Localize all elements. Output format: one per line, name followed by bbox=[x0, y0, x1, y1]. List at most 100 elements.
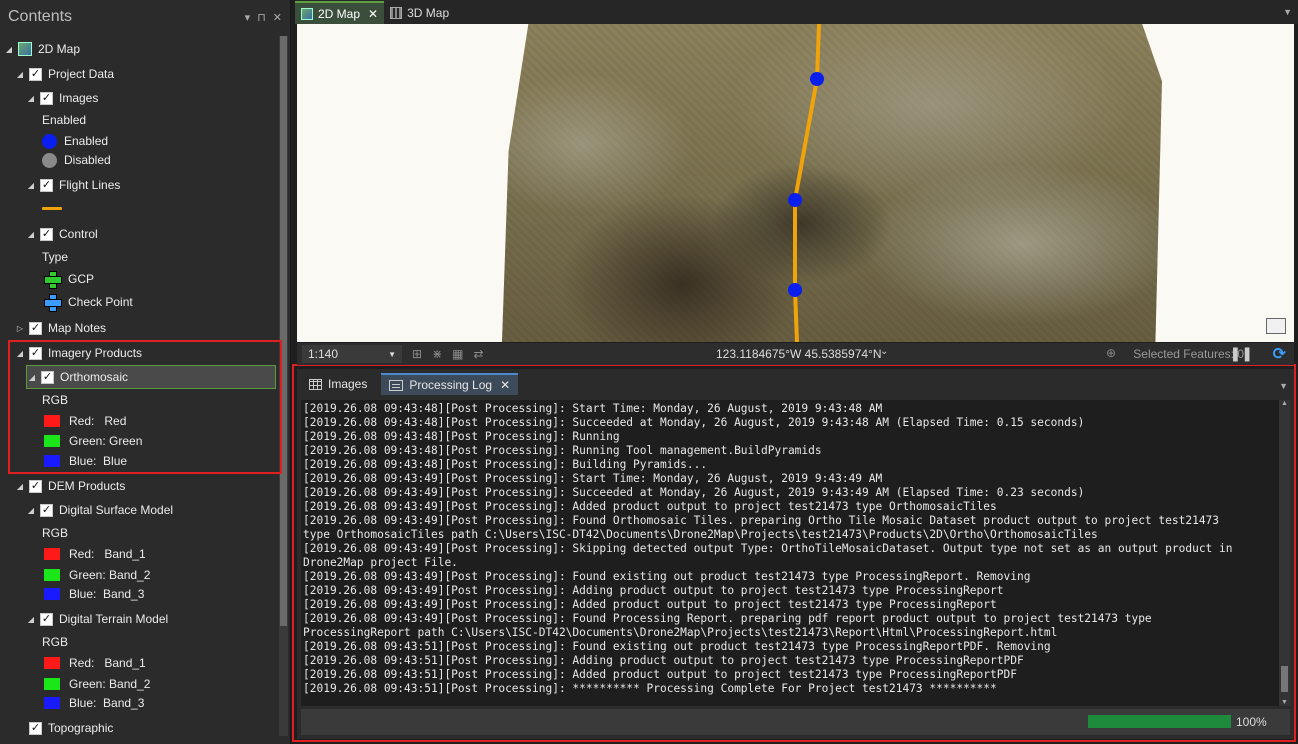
tree-item-label: Digital Surface Model bbox=[59, 503, 174, 517]
tab-2d-map[interactable]: 2D Map ✕ bbox=[295, 1, 385, 24]
pause-drawing-icon[interactable]: ❚❚ bbox=[1230, 345, 1253, 362]
map-overview-icon[interactable] bbox=[1266, 318, 1286, 334]
visibility-checkbox[interactable]: ✓ bbox=[29, 721, 42, 735]
progress-row: 100% bbox=[301, 709, 1290, 735]
log-line: type OrthomosaicTiles path C:\Users\ISC-… bbox=[303, 528, 1098, 541]
visibility-checkbox[interactable]: ✓ bbox=[40, 227, 53, 241]
collapse-arrow-icon[interactable]: ◢ bbox=[15, 349, 25, 358]
blue-cross-icon bbox=[44, 294, 62, 312]
map-canvas[interactable] bbox=[297, 24, 1294, 342]
close-icon[interactable]: ✕ bbox=[273, 11, 282, 24]
blue-swatch-icon bbox=[44, 588, 60, 600]
visibility-checkbox[interactable]: ✓ bbox=[40, 91, 53, 105]
tab-images[interactable]: Images bbox=[301, 373, 375, 395]
expand-arrow-icon[interactable]: ▷ bbox=[15, 324, 25, 333]
chevron-down-icon[interactable]: ⌄ bbox=[880, 346, 888, 357]
log-line: [2019.26.08 09:43:51][Post Processing]: … bbox=[303, 640, 1051, 653]
image-point[interactable] bbox=[788, 283, 802, 297]
table-icon bbox=[309, 378, 322, 390]
tree-item-topographic[interactable]: ✓ Topographic bbox=[15, 718, 113, 736]
collapse-arrow-icon[interactable]: ◢ bbox=[26, 94, 36, 103]
close-tab-icon[interactable]: ✕ bbox=[368, 7, 378, 21]
contents-pane: Contents ▾ ⊓ ✕ ◢ 2D Map ◢ ✓ Project Data… bbox=[0, 0, 291, 744]
tab-processing-log[interactable]: Processing Log ✕ bbox=[381, 373, 519, 395]
red-swatch-icon bbox=[44, 415, 60, 427]
tree-item-dsm[interactable]: ◢ ✓ Digital Surface Model bbox=[26, 500, 173, 520]
tree-item-control[interactable]: ◢ ✓ Control bbox=[26, 224, 98, 244]
tree-item-project-data[interactable]: ◢ ✓ Project Data bbox=[15, 64, 114, 84]
green-swatch-icon bbox=[44, 569, 60, 581]
legend-label: Green: Band_2 bbox=[69, 677, 151, 691]
add-grid-icon[interactable]: ⊞ bbox=[412, 347, 422, 361]
log-scrollbar[interactable]: ▲ ▼ bbox=[1279, 400, 1290, 706]
contents-header: Contents ▾ ⊓ ✕ bbox=[0, 0, 290, 34]
scroll-down-icon[interactable]: ▼ bbox=[1281, 699, 1288, 706]
log-line: [2019.26.08 09:43:49][Post Processing]: … bbox=[303, 514, 1220, 527]
visibility-checkbox[interactable]: ✓ bbox=[29, 346, 42, 360]
legend-label: Blue: Blue bbox=[69, 454, 128, 468]
flip-icon[interactable]: ⇄ bbox=[473, 347, 483, 361]
blue-swatch-icon bbox=[44, 697, 60, 709]
visibility-checkbox[interactable]: ✓ bbox=[41, 370, 54, 384]
collapse-arrow-icon[interactable]: ◢ bbox=[26, 615, 36, 624]
tree-item-flight-lines[interactable]: ◢ ✓ Flight Lines bbox=[26, 175, 120, 195]
refresh-icon[interactable]: ⟳ bbox=[1273, 344, 1286, 364]
tab-list-dropdown-icon[interactable]: ▼ bbox=[1279, 381, 1288, 391]
tree-item-2d-map[interactable]: ◢ 2D Map bbox=[4, 39, 80, 59]
progress-label: 100% bbox=[1236, 715, 1267, 729]
visibility-checkbox[interactable]: ✓ bbox=[29, 479, 42, 493]
legend-field-label: Type bbox=[42, 250, 69, 264]
tree-item-map-notes[interactable]: ▷ ✓ Map Notes bbox=[15, 318, 106, 338]
log-line: [2019.26.08 09:43:49][Post Processing]: … bbox=[303, 612, 1152, 625]
scrollbar-thumb[interactable] bbox=[1281, 666, 1288, 692]
tab-list-dropdown-icon[interactable]: ▼ bbox=[1283, 7, 1292, 17]
collapse-arrow-icon[interactable]: ◢ bbox=[26, 230, 36, 239]
scale-selector[interactable]: 1:140 ▼ bbox=[302, 345, 402, 363]
collapse-arrow-icon[interactable]: ◢ bbox=[15, 482, 25, 491]
visibility-checkbox[interactable]: ✓ bbox=[29, 321, 42, 335]
image-point[interactable] bbox=[810, 72, 824, 86]
tab-3d-map[interactable]: 3D Map bbox=[384, 1, 455, 24]
legend-item-blue: Blue: Band_3 bbox=[44, 584, 144, 604]
tree-item-label: Images bbox=[59, 91, 99, 105]
visibility-checkbox[interactable]: ✓ bbox=[40, 178, 53, 192]
log-line: [2019.26.08 09:43:48][Post Processing]: … bbox=[303, 458, 708, 471]
collapse-arrow-icon[interactable]: ◢ bbox=[4, 45, 14, 54]
snapping-icon[interactable]: ⋇ bbox=[432, 347, 442, 361]
tree-item-imagery-products[interactable]: ◢ ✓ Imagery Products bbox=[15, 343, 142, 363]
collapse-arrow-icon[interactable]: ◢ bbox=[15, 70, 25, 79]
contents-scrollbar[interactable] bbox=[279, 36, 288, 736]
contents-title: Contents bbox=[8, 8, 73, 25]
image-point[interactable] bbox=[788, 193, 802, 207]
pin-icon[interactable]: ⊓ bbox=[257, 11, 266, 24]
processing-log-text[interactable]: [2019.26.08 09:43:48][Post Processing]: … bbox=[301, 400, 1279, 706]
tree-item-orthomosaic[interactable]: ◢ ✓ Orthomosaic bbox=[26, 365, 276, 389]
close-tab-icon[interactable]: ✕ bbox=[500, 378, 510, 392]
tree-item-dem-products[interactable]: ◢ ✓ DEM Products bbox=[15, 476, 125, 496]
blue-swatch-icon bbox=[44, 455, 60, 467]
collapse-arrow-icon[interactable]: ◢ bbox=[26, 506, 36, 515]
legend-item-green: Green: Band_2 bbox=[44, 674, 150, 694]
selection-icon[interactable]: ⊕ bbox=[1106, 346, 1116, 360]
map-icon bbox=[18, 42, 32, 56]
legend-label: Green: Green bbox=[69, 434, 143, 448]
legend-label: Check Point bbox=[68, 295, 133, 309]
bottom-panel-tabs: Images Processing Log ✕ bbox=[297, 369, 1294, 395]
tree-item-images[interactable]: ◢ ✓ Images bbox=[26, 88, 98, 108]
scrollbar-thumb[interactable] bbox=[280, 36, 287, 626]
scroll-up-icon[interactable]: ▲ bbox=[1281, 400, 1288, 407]
legend-field-label: Enabled bbox=[42, 113, 87, 127]
bottom-panel: Images Processing Log ✕ ▼ [2019.26.08 09… bbox=[297, 369, 1294, 739]
log-line: [2019.26.08 09:43:48][Post Processing]: … bbox=[303, 444, 822, 457]
visibility-checkbox[interactable]: ✓ bbox=[29, 67, 42, 81]
collapse-arrow-icon[interactable]: ◢ bbox=[26, 181, 36, 190]
table-icon[interactable]: ▦ bbox=[452, 347, 463, 361]
visibility-checkbox[interactable]: ✓ bbox=[40, 612, 53, 626]
pane-options-icon[interactable]: ▾ bbox=[245, 11, 251, 24]
tree-item-dtm[interactable]: ◢ ✓ Digital Terrain Model bbox=[26, 609, 168, 629]
collapse-arrow-icon[interactable]: ◢ bbox=[27, 373, 37, 382]
visibility-checkbox[interactable]: ✓ bbox=[40, 503, 53, 517]
legend-field-label: RGB bbox=[42, 526, 69, 540]
log-line: [2019.26.08 09:43:49][Post Processing]: … bbox=[303, 472, 883, 485]
selected-features-count: Selected Features: 0 bbox=[1133, 347, 1244, 361]
